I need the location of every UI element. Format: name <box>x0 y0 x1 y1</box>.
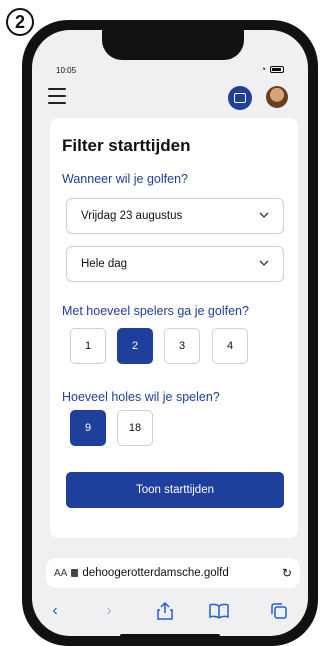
players-option-4[interactable]: 4 <box>212 328 248 364</box>
url-text[interactable]: dehoogerotterdamsche.golfd <box>82 567 280 579</box>
filter-card: Filter starttijden Wanneer wil je golfen… <box>50 118 298 538</box>
wifi-icon: ◔ <box>260 64 266 74</box>
chevron-down-icon <box>259 212 269 218</box>
holes-question: Hoeveel holes wil je spelen? <box>62 390 220 404</box>
page-title: Filter starttijden <box>62 136 191 155</box>
home-indicator <box>120 634 220 636</box>
hamburger-icon[interactable] <box>48 88 66 104</box>
reader-aa-button[interactable]: AA <box>54 568 67 579</box>
notch <box>102 30 244 60</box>
battery-icon <box>270 65 284 73</box>
safari-address-bar[interactable]: AA dehoogerotterdamsche.golfd ↻ <box>46 558 300 588</box>
scan-icon[interactable] <box>228 86 252 110</box>
holes-option-9[interactable]: 9 <box>70 410 106 446</box>
holes-option-18[interactable]: 18 <box>117 410 153 446</box>
step-number-badge: 2 <box>6 8 34 36</box>
time-select[interactable]: Hele dag <box>66 246 284 282</box>
book-icon[interactable] <box>208 600 230 622</box>
status-icons: ◔ <box>261 64 284 74</box>
when-question: Wanneer wil je golfen? <box>62 172 188 186</box>
reload-icon[interactable]: ↻ <box>282 566 292 580</box>
time-select-value: Hele dag <box>81 258 128 270</box>
players-option-3[interactable]: 3 <box>164 328 200 364</box>
app-header <box>32 78 308 118</box>
avatar[interactable] <box>266 86 288 108</box>
chevron-right-icon[interactable]: › <box>98 600 120 622</box>
chevron-down-icon <box>259 260 269 266</box>
safari-toolbar: ‹ › <box>32 598 308 626</box>
screenshot: 2 10:05 ◔ Filter starttijden Wanneer wil… <box>0 0 318 646</box>
tabs-icon[interactable] <box>268 600 290 622</box>
chevron-left-icon[interactable]: ‹ <box>44 600 66 622</box>
show-tee-times-button[interactable]: Toon starttijden <box>66 472 284 508</box>
players-question: Met hoeveel spelers ga je golfen? <box>62 304 249 318</box>
date-select-value: Vrijdag 23 augustus <box>81 210 183 222</box>
date-select[interactable]: Vrijdag 23 augustus <box>66 198 284 234</box>
players-option-1[interactable]: 1 <box>70 328 106 364</box>
share-icon[interactable] <box>154 600 176 622</box>
status-time: 10:05 <box>56 66 77 75</box>
phone-frame: 10:05 ◔ Filter starttijden Wanneer wil j… <box>22 20 318 646</box>
phone-screen: 10:05 ◔ Filter starttijden Wanneer wil j… <box>32 30 308 636</box>
lock-icon <box>71 569 79 577</box>
players-option-2[interactable]: 2 <box>117 328 153 364</box>
